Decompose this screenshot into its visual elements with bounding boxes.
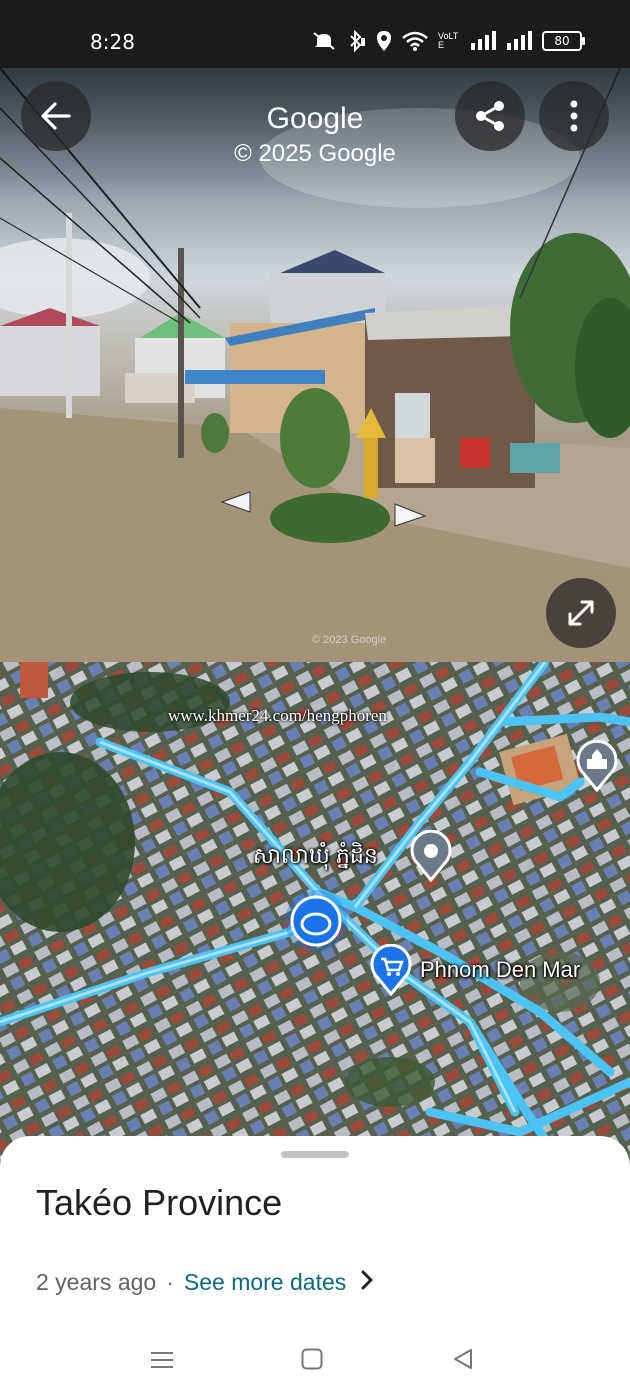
mute-icon: [312, 31, 336, 51]
status-icons: VoLTE 80: [312, 30, 585, 52]
shopping-cart-icon: [370, 943, 412, 997]
capture-date: 2 years ago: [36, 1269, 157, 1295]
system-back-button[interactable]: [452, 1348, 474, 1375]
system-nav-bar: [0, 1330, 630, 1394]
recent-apps-button[interactable]: [150, 1348, 174, 1377]
more-options-button[interactable]: [539, 81, 609, 151]
signal-icon-2: [506, 31, 532, 51]
more-vert-icon: [570, 100, 578, 132]
status-time: 8:28: [90, 30, 135, 54]
header-title: Google: [266, 102, 364, 135]
volte-label: VoLTE: [438, 31, 459, 50]
location-icon: [376, 30, 392, 52]
commune-pin[interactable]: [408, 829, 454, 887]
place-title: Takéo Province: [36, 1182, 283, 1223]
market-label[interactable]: Phnom Den Mar: [420, 957, 580, 983]
home-button[interactable]: [301, 1348, 323, 1375]
temple-pin[interactable]: [574, 739, 620, 797]
imagery-watermark: © 2023 Google: [312, 634, 387, 646]
location-pin-icon: [410, 829, 452, 883]
temple-icon: [576, 739, 618, 793]
header-title-block: Google © 2025 Google: [0, 102, 630, 168]
battery-indicator: 80: [542, 31, 585, 51]
home-square-icon: [301, 1348, 323, 1370]
current-location-marker[interactable]: [283, 888, 349, 959]
signal-icon-1: [470, 31, 496, 51]
menu-icon: [151, 1352, 173, 1368]
header-copyright: © 2025 Google: [234, 140, 396, 167]
share-button[interactable]: [455, 81, 525, 151]
date-separator: ·: [166, 1269, 174, 1295]
see-more-dates-link[interactable]: See more dates: [184, 1269, 346, 1296]
sheet-drag-handle[interactable]: [281, 1151, 349, 1158]
street-view-position-icon: [285, 890, 347, 952]
status-bar: 8:28 VoLTE 80: [0, 0, 630, 68]
back-triangle-icon: [454, 1349, 472, 1369]
street-view-panorama[interactable]: Google © 2025 Google © 2023 Google: [0, 68, 630, 662]
bluetooth-icon: [346, 30, 366, 52]
chevron-right-icon[interactable]: [360, 1269, 374, 1296]
expand-button[interactable]: [546, 578, 616, 648]
market-pin[interactable]: [368, 943, 414, 1001]
map-view[interactable]: www.khmer24.com/hengphoren សាលាឃុំ ភ្នំដ…: [0, 662, 630, 1162]
date-row: 2 years ago · See more dates: [36, 1269, 374, 1296]
expand-icon: [568, 600, 594, 626]
wifi-icon: [402, 31, 428, 51]
commune-label[interactable]: សាលាឃុំ ភ្នំដិន: [253, 842, 378, 874]
map-watermark: www.khmer24.com/hengphoren: [168, 706, 387, 725]
share-icon: [476, 101, 504, 131]
